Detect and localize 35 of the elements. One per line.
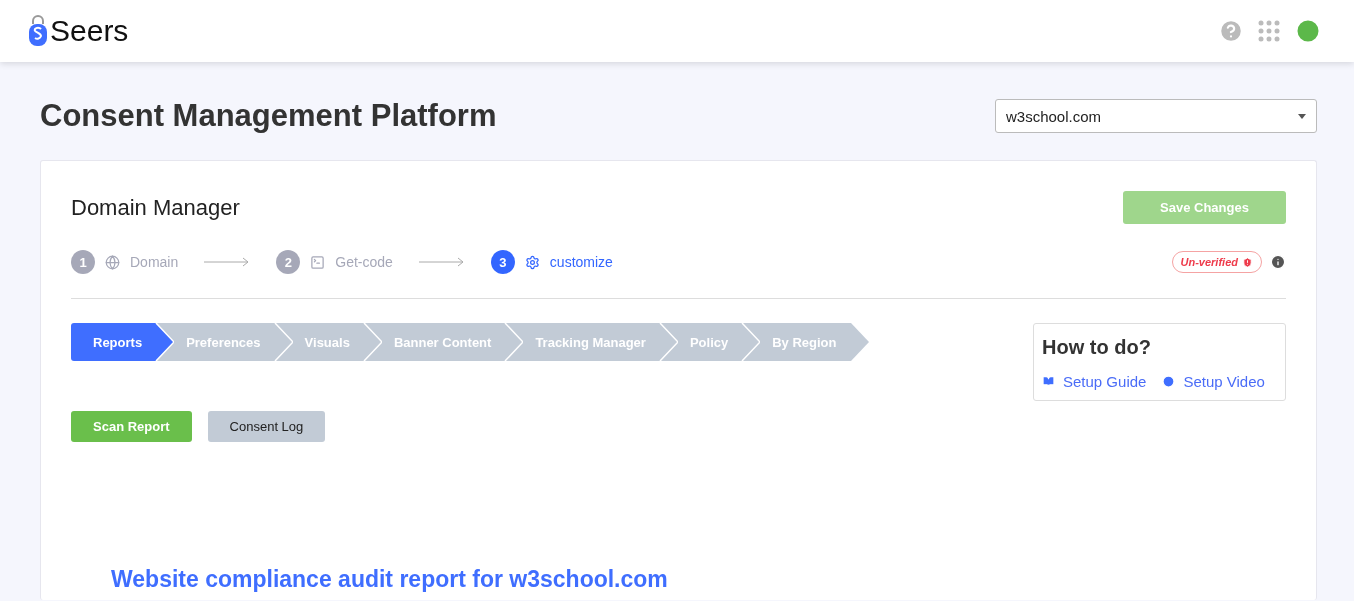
tab-chevron bbox=[848, 323, 869, 361]
report-button[interactable]: Scan Report bbox=[71, 411, 192, 442]
report-heading: Website compliance audit report for w3school.com bbox=[111, 566, 669, 593]
user-avatar-icon[interactable] bbox=[1294, 17, 1322, 45]
globe-icon bbox=[105, 254, 120, 270]
apps-grid-icon[interactable] bbox=[1258, 20, 1280, 42]
step-number: 2 bbox=[276, 250, 301, 274]
gear-icon bbox=[524, 254, 540, 270]
logo-text: Seers bbox=[50, 14, 129, 48]
book-icon bbox=[1042, 375, 1055, 388]
tab[interactable]: Policy bbox=[677, 323, 741, 361]
tab[interactable]: Visuals bbox=[292, 323, 362, 361]
domain-select[interactable]: w3school.com bbox=[995, 99, 1317, 133]
arrow-icon bbox=[204, 257, 251, 267]
caret-icon bbox=[1298, 113, 1306, 119]
info-icon[interactable] bbox=[1270, 254, 1286, 270]
tab[interactable]: Banner Content bbox=[381, 323, 504, 361]
step-number: 3 bbox=[490, 250, 515, 274]
help-title: How to do? bbox=[1042, 336, 1152, 359]
report-button[interactable]: Consent Log bbox=[207, 411, 326, 442]
padlock-logo-icon bbox=[28, 15, 48, 47]
step-label[interactable]: customize bbox=[549, 254, 613, 270]
page-title: Consent Management Platform bbox=[40, 98, 497, 134]
card-title: Domain Manager bbox=[71, 194, 240, 221]
shield-icon bbox=[1242, 256, 1253, 268]
help-link[interactable]: Setup Guide bbox=[1042, 373, 1147, 390]
help-link[interactable]: Setup Video bbox=[1162, 373, 1265, 390]
tab[interactable]: Tracking Manager bbox=[523, 323, 658, 361]
tab[interactable]: Preferences bbox=[174, 323, 273, 361]
step-number: 1 bbox=[71, 250, 95, 274]
terminal-icon bbox=[310, 254, 326, 270]
step-label[interactable]: Domain bbox=[130, 254, 179, 270]
help-icon[interactable] bbox=[1218, 18, 1244, 44]
step-label[interactable]: Get-code bbox=[335, 254, 393, 270]
arrow-icon bbox=[418, 257, 465, 267]
